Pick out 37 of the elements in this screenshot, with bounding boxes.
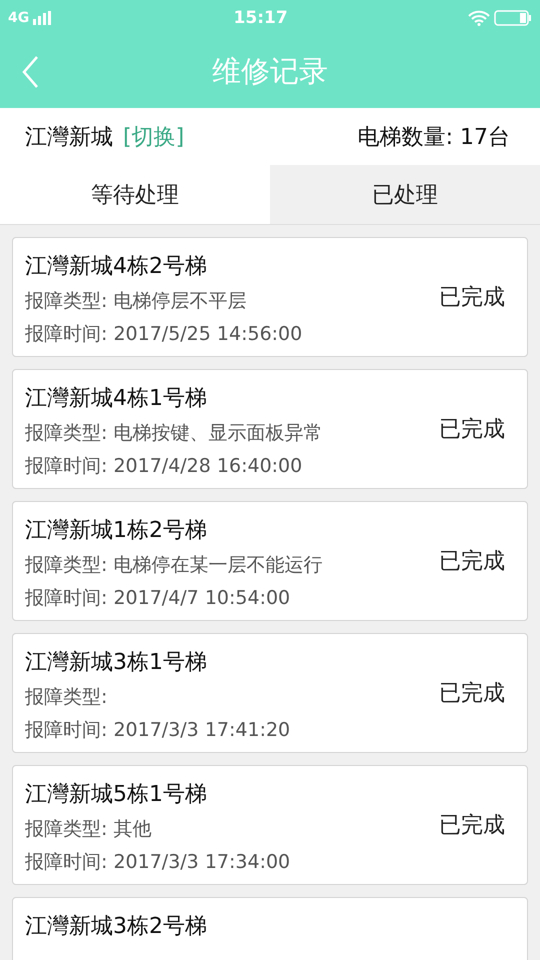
battery-icon	[494, 10, 532, 26]
wifi-icon	[468, 10, 490, 26]
fault-time: 报障时间: 2017/4/7 10:54:00	[25, 586, 292, 611]
status-label: 已完成	[439, 284, 505, 312]
elevator-count: 电梯数量: 17台	[358, 124, 510, 152]
record-card[interactable]: 江灣新城3栋1号梯 报障类型: 报障时间: 2017/3/3 17:41:20 已完成	[12, 633, 528, 753]
back-icon	[22, 56, 38, 88]
tab[interactable]: 等待处理	[0, 165, 270, 224]
record-card[interactable]: 江灣新城3栋2号梯	[12, 897, 528, 960]
record-title: 江灣新城3栋1号梯	[25, 649, 208, 677]
record-card[interactable]: 江灣新城4栋2号梯 报障类型: 电梯停层不平层 报障时间: 2017/5/25 14:56:00 已完成	[12, 237, 528, 357]
record-title: 江灣新城5栋1号梯	[25, 781, 208, 809]
fault-type: 报障类型: 电梯停层不平层	[25, 289, 248, 314]
status-label: 已完成	[439, 812, 505, 840]
fault-type: 报障类型: 电梯停在某一层不能运行	[25, 553, 324, 578]
page-title: 维修记录	[212, 53, 328, 90]
record-card[interactable]: 江灣新城1栋2号梯 报障类型: 电梯停在某一层不能运行 报障时间: 2017/4/7 10:54:00 已完成	[12, 501, 528, 621]
fault-time: 报障时间: 2017/5/25 14:56:00	[25, 322, 304, 347]
fault-type: 报障类型: 其他	[25, 817, 152, 842]
fault-time: 报障时间: 2017/4/28 16:40:00	[25, 454, 304, 479]
record-card[interactable]: 江灣新城4栋1号梯 报障类型: 电梯按键、显示面板异常 报障时间: 2017/4/28 16:40:00 已完成	[12, 369, 528, 489]
status-label: 已完成	[439, 416, 505, 444]
status-time: 15:17	[234, 8, 288, 28]
signal-icon	[33, 11, 54, 25]
record-card[interactable]: 江灣新城5栋1号梯 报障类型: 其他 报障时间: 2017/3/3 17:34:00 已完成	[12, 765, 528, 885]
fault-type: 报障类型:	[25, 685, 108, 710]
status-label: 已完成	[439, 548, 505, 576]
status-label: 已完成	[439, 680, 505, 708]
fault-type: 报障类型: 电梯按键、显示面板异常	[25, 421, 324, 446]
record-title: 江灣新城1栋2号梯	[25, 517, 208, 545]
community-name: 江灣新城	[25, 124, 113, 152]
record-title: 江灣新城4栋1号梯	[25, 385, 208, 413]
fault-time: 报障时间: 2017/3/3 17:41:20	[25, 718, 292, 743]
record-title: 江灣新城3栋2号梯	[25, 913, 208, 941]
fault-time: 报障时间: 2017/3/3 17:34:00	[25, 850, 292, 875]
record-title: 江灣新城4栋2号梯	[25, 253, 208, 281]
network-label: 4G	[8, 10, 30, 26]
